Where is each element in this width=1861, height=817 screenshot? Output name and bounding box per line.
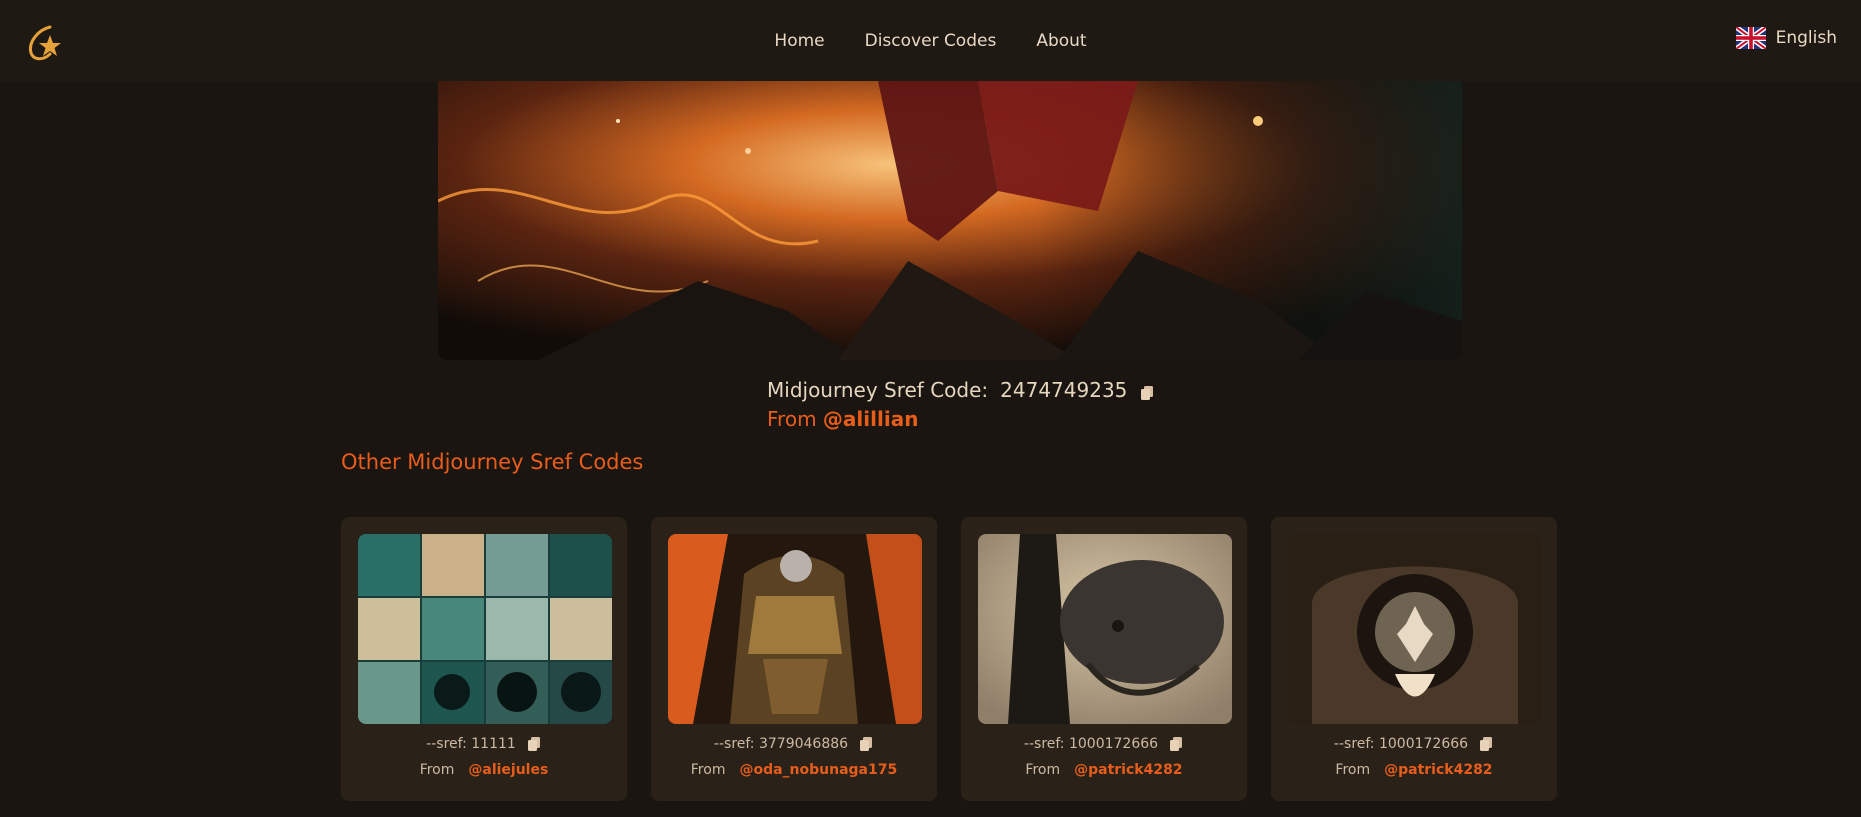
sref-code-text: --sref: 11111 [426, 736, 516, 752]
from-label: From [690, 762, 726, 778]
sref-code-row: --sref: 3779046886 [651, 736, 937, 752]
sref-code-card[interactable]: --sref: 1000172666 From @patrick4282 [1271, 517, 1557, 801]
copy-icon[interactable] [858, 736, 874, 752]
card-author-link[interactable]: @patrick4282 [1074, 762, 1182, 778]
author-link[interactable]: @alillian [823, 407, 919, 431]
top-navigation-bar: Home Discover Codes About English [0, 0, 1861, 81]
sref-code-row: --sref: 11111 [341, 736, 627, 752]
language-selector[interactable]: English [1735, 27, 1837, 49]
sref-code-row: --sref: 1000172666 [1271, 736, 1557, 752]
nav-about-link[interactable]: About [1036, 31, 1086, 51]
card-author-row: From @aliejules [341, 762, 627, 778]
other-codes-title: Other Midjourney Sref Codes [341, 450, 644, 474]
sref-card-image[interactable] [668, 534, 922, 724]
nav-discover-codes-link[interactable]: Discover Codes [865, 31, 997, 51]
sref-code-text: --sref: 3779046886 [713, 736, 849, 752]
uk-flag-icon [1735, 27, 1766, 49]
sref-code-card[interactable]: --sref: 1000172666 From @patrick4282 [961, 517, 1247, 801]
copy-icon[interactable] [1168, 736, 1184, 752]
hero-artwork-image [438, 81, 1462, 360]
sref-code-card[interactable]: --sref: 3779046886 From @oda_nobunaga175 [651, 517, 937, 801]
sref-card-image[interactable] [1288, 534, 1542, 724]
nav-home-link[interactable]: Home [774, 31, 824, 51]
from-label: From [1025, 762, 1061, 778]
copy-icon[interactable] [1478, 736, 1494, 752]
sref-code-text: --sref: 1000172666 [1333, 736, 1469, 752]
card-author-link[interactable]: @aliejules [468, 762, 548, 778]
copy-icon[interactable] [1139, 382, 1155, 400]
from-label: From [1335, 762, 1371, 778]
sref-code-row: --sref: 1000172666 [961, 736, 1247, 752]
card-author-row: From @patrick4282 [1271, 762, 1557, 778]
card-author-link[interactable]: @patrick4282 [1384, 762, 1492, 778]
sref-card-image[interactable] [358, 534, 612, 724]
language-label: English [1775, 28, 1837, 48]
sref-code-card-list: --sref: 11111 From @aliejules --sref: 37… [341, 517, 1561, 817]
sref-code-card[interactable]: --sref: 11111 From @aliejules [341, 517, 627, 801]
copy-icon[interactable] [526, 736, 542, 752]
sref-code-heading: Midjourney Sref Code: 2474749235 [767, 378, 1155, 402]
sref-card-image[interactable] [978, 534, 1232, 724]
sref-code-text: --sref: 1000172666 [1023, 736, 1159, 752]
sref-code-author: From @alillian [767, 407, 918, 431]
from-label: From [767, 407, 817, 431]
card-author-link[interactable]: @oda_nobunaga175 [739, 762, 897, 778]
main-navigation: Home Discover Codes About [0, 0, 1861, 81]
sref-code-prefix: Midjourney Sref Code: [767, 378, 989, 402]
card-author-row: From @patrick4282 [961, 762, 1247, 778]
sref-code-value: 2474749235 [1000, 378, 1128, 402]
from-label: From [419, 762, 455, 778]
card-author-row: From @oda_nobunaga175 [651, 762, 937, 778]
